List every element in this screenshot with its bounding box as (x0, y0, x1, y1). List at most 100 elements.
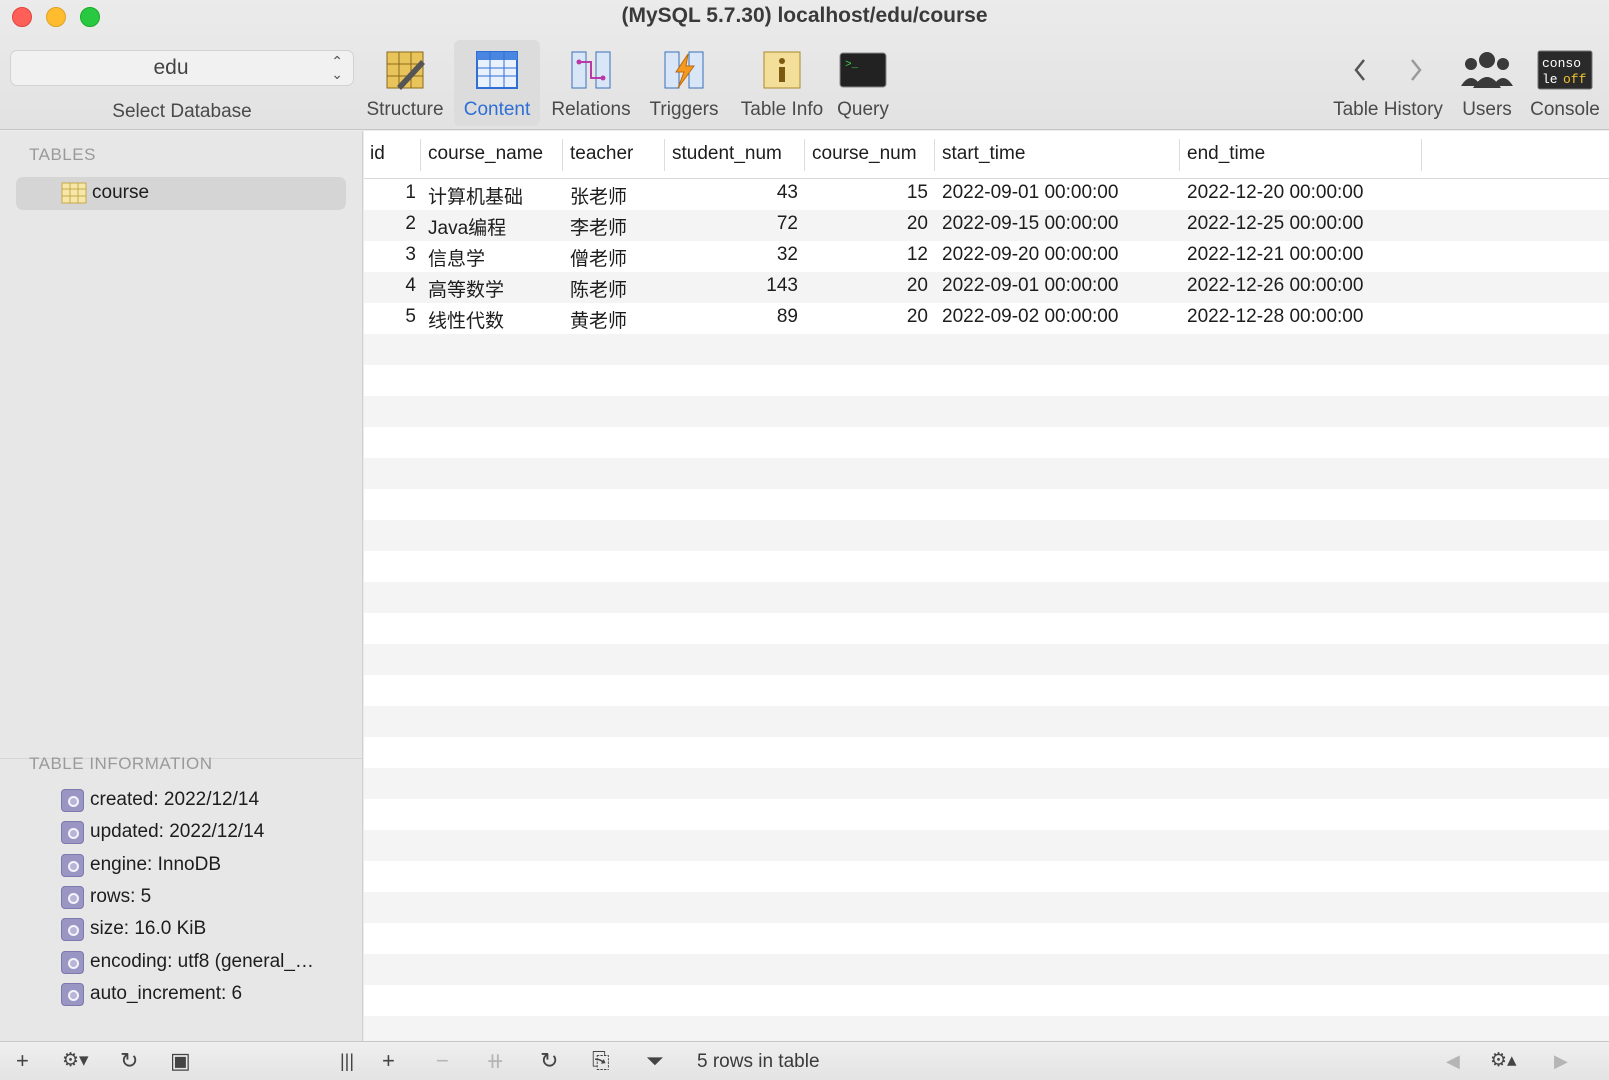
column-divider[interactable] (664, 139, 665, 171)
svg-text:>_: >_ (845, 59, 859, 71)
table-info-label: Table Info (740, 99, 824, 120)
cell-course-name[interactable]: 高等数学 (428, 275, 504, 302)
table-row[interactable]: 4 高等数学 陈老师 143 20 2022-09-01 00:00:00 20… (364, 272, 1609, 303)
cell-student-num[interactable]: 72 (664, 213, 798, 235)
console-icon: conso le off (1537, 50, 1593, 90)
info-text: encoding: utf8 (general_… (90, 951, 314, 972)
next-page-icon[interactable]: ▶ (1554, 1048, 1568, 1074)
triggers-icon (664, 51, 704, 89)
cell-end-time[interactable]: 2022-12-28 00:00:00 (1187, 306, 1363, 328)
history-forward-button[interactable] (1396, 40, 1436, 126)
cell-student-num[interactable]: 89 (664, 306, 798, 328)
table-row[interactable]: 3 信息学 僧老师 32 12 2022-09-20 00:00:00 2022… (364, 241, 1609, 272)
cell-end-time[interactable]: 2022-12-25 00:00:00 (1187, 213, 1363, 235)
column-header-course-name[interactable]: course_name (428, 143, 543, 165)
select-database-label: Select Database (112, 101, 252, 122)
console-button[interactable]: conso le off Console (1524, 40, 1606, 126)
column-header-end-time[interactable]: end_time (1187, 143, 1265, 165)
column-header-teacher[interactable]: teacher (570, 143, 633, 165)
query-button[interactable]: >_ Query (828, 40, 898, 126)
cell-start-time[interactable]: 2022-09-01 00:00:00 (942, 275, 1118, 297)
column-divider[interactable] (420, 139, 421, 171)
cell-id[interactable]: 4 (364, 275, 416, 297)
add-table-button[interactable]: + (16, 1048, 29, 1074)
cell-course-num[interactable]: 15 (804, 182, 928, 204)
table-row[interactable]: 1 计算机基础 张老师 43 15 2022-09-01 00:00:00 20… (364, 179, 1609, 210)
cell-course-num[interactable]: 20 (804, 275, 928, 297)
export-icon[interactable]: ⎘ (592, 1048, 610, 1074)
table-row[interactable]: 5 线性代数 黄老师 89 20 2022-09-02 00:00:00 202… (364, 303, 1609, 334)
remove-row-button[interactable]: − (436, 1048, 449, 1074)
info-text: auto_increment: 6 (90, 983, 243, 1004)
cell-student-num[interactable]: 32 (664, 244, 798, 266)
cell-teacher[interactable]: 黄老师 (570, 306, 627, 333)
structure-button[interactable]: Structure (362, 40, 448, 126)
sidebar-item-course[interactable]: course (16, 177, 346, 210)
cell-course-num[interactable]: 20 (804, 213, 928, 235)
users-button[interactable]: Users (1456, 40, 1518, 126)
split-handle-icon[interactable]: ||| (340, 1048, 354, 1074)
duplicate-row-icon[interactable]: ⧺ (486, 1048, 504, 1074)
gear-icon[interactable]: ⚙▾ (62, 1048, 89, 1074)
relations-button[interactable]: Relations (548, 40, 634, 126)
cell-teacher[interactable]: 李老师 (570, 213, 627, 240)
filter-icon[interactable]: ⏷ (646, 1048, 664, 1074)
cell-start-time[interactable]: 2022-09-20 00:00:00 (942, 244, 1118, 266)
column-header-start-time[interactable]: start_time (942, 143, 1025, 165)
cell-end-time[interactable]: 2022-12-26 00:00:00 (1187, 275, 1363, 297)
table-name: course (92, 182, 150, 203)
content-icon (476, 51, 518, 89)
column-header-id[interactable]: id (370, 143, 385, 165)
cell-end-time[interactable]: 2022-12-21 00:00:00 (1187, 244, 1363, 266)
cell-course-name[interactable]: Java编程 (428, 213, 506, 240)
chevron-left-icon (1354, 59, 1365, 81)
cell-start-time[interactable]: 2022-09-01 00:00:00 (942, 182, 1118, 204)
table-row[interactable]: 2 Java编程 李老师 72 20 2022-09-15 00:00:00 2… (364, 210, 1609, 241)
row-count-status: 5 rows in table (697, 1051, 820, 1072)
previous-page-icon[interactable]: ◀ (1446, 1048, 1460, 1074)
cell-course-name[interactable]: 线性代数 (428, 306, 504, 333)
cell-student-num[interactable]: 143 (664, 275, 798, 297)
toggle-info-icon[interactable]: ▣ (170, 1048, 191, 1074)
info-bullet-icon (61, 854, 84, 877)
updown-chevron-icon: ⌃ ⌄ (331, 53, 343, 82)
info-text: size: 16.0 KiB (90, 918, 207, 939)
history-back-button[interactable] (1340, 40, 1380, 126)
refresh-table-icon[interactable]: ↻ (540, 1048, 558, 1074)
cell-id[interactable]: 1 (364, 182, 416, 204)
cell-start-time[interactable]: 2022-09-02 00:00:00 (942, 306, 1118, 328)
column-divider[interactable] (934, 139, 935, 171)
table-info-button[interactable]: Table Info (734, 40, 830, 126)
cell-course-num[interactable]: 12 (804, 244, 928, 266)
cell-id[interactable]: 5 (364, 306, 416, 328)
database-select[interactable]: edu ⌃ ⌄ (10, 50, 354, 86)
relations-icon (571, 51, 611, 89)
cell-teacher[interactable]: 僧老师 (570, 244, 627, 271)
refresh-icon[interactable]: ↻ (120, 1048, 138, 1074)
svg-text:le: le (1542, 72, 1558, 87)
cell-course-name[interactable]: 计算机基础 (428, 182, 523, 209)
triggers-button[interactable]: Triggers (640, 40, 728, 126)
column-header-student-num[interactable]: student_num (672, 143, 782, 165)
column-header-course-num[interactable]: course_num (812, 143, 917, 165)
bottom-bar: + ⚙▾ ↻ ▣ ||| + − ⧺ ↻ ⎘ ⏷ 5 rows in table… (0, 1041, 1609, 1080)
column-divider[interactable] (1421, 139, 1422, 171)
content-button[interactable]: Content (454, 40, 540, 126)
table-icon (61, 182, 87, 204)
cell-teacher[interactable]: 陈老师 (570, 275, 627, 302)
column-divider[interactable] (804, 139, 805, 171)
cell-student-num[interactable]: 43 (664, 182, 798, 204)
column-divider[interactable] (562, 139, 563, 171)
add-row-button[interactable]: + (382, 1048, 395, 1074)
cell-start-time[interactable]: 2022-09-15 00:00:00 (942, 213, 1118, 235)
cell-end-time[interactable]: 2022-12-20 00:00:00 (1187, 182, 1363, 204)
triggers-label: Triggers (649, 99, 719, 120)
cell-id[interactable]: 2 (364, 213, 416, 235)
cell-teacher[interactable]: 张老师 (570, 182, 627, 209)
info-text: updated: 2022/12/14 (90, 821, 265, 842)
pagination-gear-icon[interactable]: ⚙▴ (1490, 1048, 1517, 1074)
cell-id[interactable]: 3 (364, 244, 416, 266)
cell-course-name[interactable]: 信息学 (428, 244, 485, 271)
cell-course-num[interactable]: 20 (804, 306, 928, 328)
column-divider[interactable] (1179, 139, 1180, 171)
